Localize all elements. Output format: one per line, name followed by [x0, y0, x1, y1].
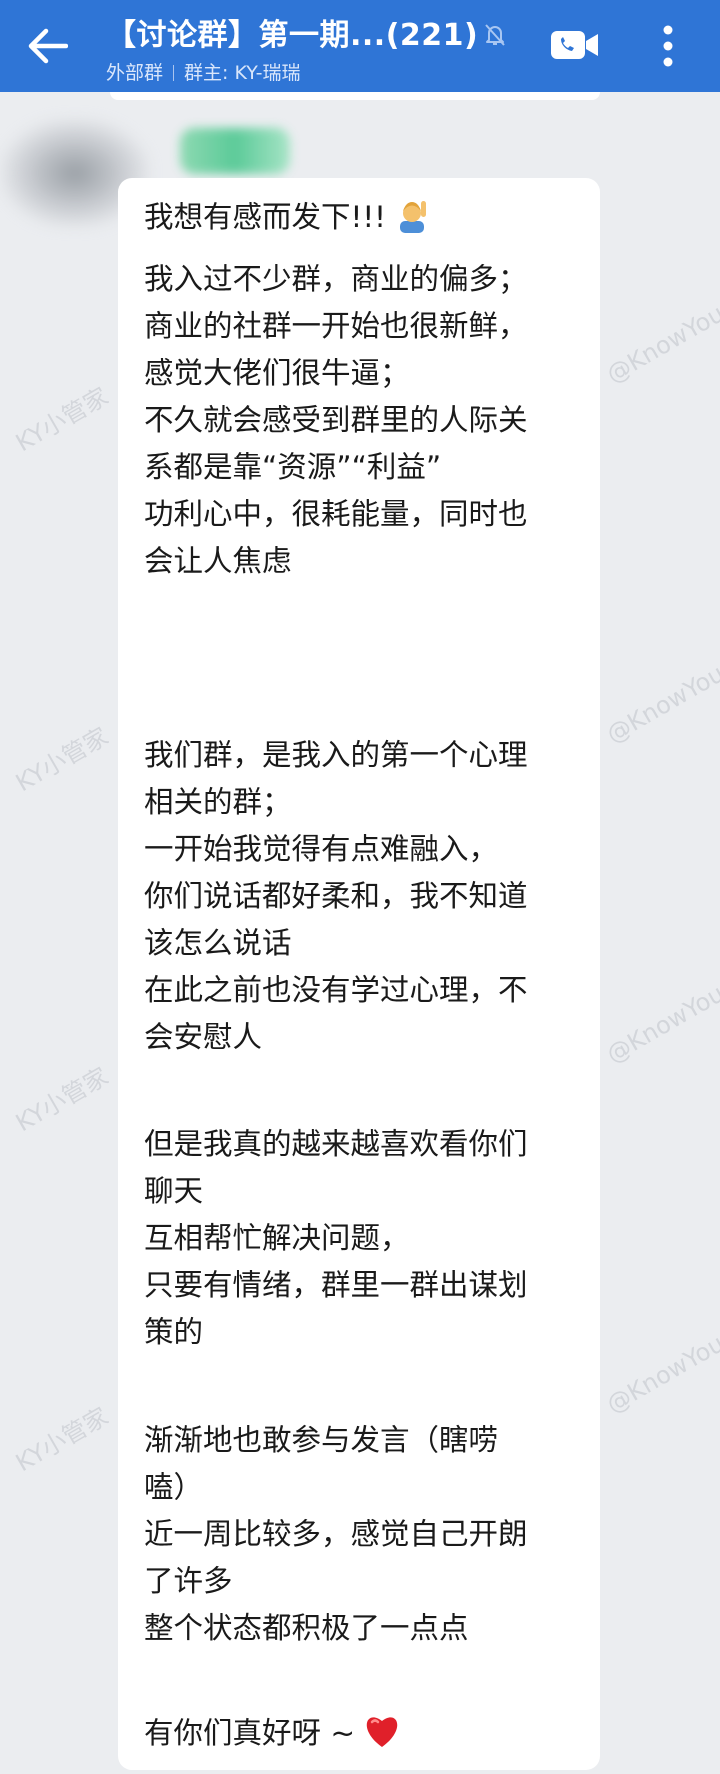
message-line: 你们说话都好柔和，我不知道 — [144, 879, 528, 913]
message-line: 有你们真好呀 ~ — [144, 1713, 401, 1753]
chat-header: 【讨论群】第一期...(221) 外部群 群主: KY-瑞瑞 — [0, 0, 720, 92]
red-heart-icon — [366, 1717, 398, 1747]
message-line: 策的 — [144, 1315, 204, 1349]
subtitle-divider — [173, 65, 175, 81]
watermark: KY小管家 — [11, 1402, 113, 1478]
message-line: 互相帮忙解决问题， — [144, 1221, 410, 1255]
message-line: 相关的群； — [144, 785, 292, 819]
mute-icon — [485, 24, 505, 46]
watermark: @KnowYou — [601, 299, 720, 389]
message-line: 会让人焦虑 — [144, 544, 292, 578]
sender-name — [180, 128, 290, 174]
group-owner-label: 群主: KY-瑞瑞 — [184, 62, 301, 84]
message-line: 不久就会感受到群里的人际关 — [144, 403, 528, 437]
message-line: 感觉大佬们很牛逼； — [144, 356, 410, 390]
message-line: 渐渐地也敢参与发言（瞎唠 — [144, 1423, 499, 1457]
message-line: 功利心中，很耗能量，同时也 — [144, 497, 528, 531]
watermark: @KnowYou — [601, 1329, 720, 1419]
message-line: 我入过不少群，商业的偏多； — [144, 262, 528, 296]
message-line: 近一周比较多，感觉自己开朗 — [144, 1517, 528, 1551]
group-title[interactable]: 【讨论群】第一期...(221) — [106, 10, 478, 54]
message-line: 在此之前也没有学过心理，不 — [144, 973, 528, 1007]
watermark: KY小管家 — [11, 722, 113, 798]
message-line: 我们群，是我入的第一个心理 — [144, 738, 528, 772]
external-group-tag: 外部群 — [106, 62, 164, 84]
person-raising-hand-icon — [399, 201, 426, 233]
group-subtitle: 外部群 群主: KY-瑞瑞 — [106, 58, 300, 85]
message-line: 我想有感而发下!!! — [144, 197, 430, 237]
watermark: KY小管家 — [11, 382, 113, 458]
message-line: 商业的社群一开始也很新鲜， — [144, 309, 528, 343]
watermark: @KnowYou — [601, 979, 720, 1069]
watermark: @KnowYou — [601, 659, 720, 749]
back-arrow-icon[interactable] — [26, 26, 68, 66]
message-line: 一开始我觉得有点难融入， — [144, 832, 499, 866]
message-line: 聊天 — [144, 1174, 204, 1208]
previous-message-edge — [110, 92, 600, 100]
message-line: 了许多 — [144, 1564, 233, 1598]
message-line: 嗑） — [144, 1470, 204, 1504]
message-line: 整个状态都积极了一点点 — [144, 1611, 469, 1645]
message-line: 只要有情绪，群里一群出谋划 — [144, 1268, 528, 1302]
message-line: 但是我真的越来越喜欢看你们 — [144, 1127, 528, 1161]
message-line: 该怎么说话 — [144, 926, 292, 960]
watermark: KY小管家 — [11, 1062, 113, 1138]
message-line: 系都是靠“资源”“利益” — [144, 450, 442, 484]
more-icon[interactable] — [658, 22, 678, 70]
message-line: 会安慰人 — [144, 1020, 263, 1054]
video-call-icon[interactable] — [550, 28, 600, 62]
